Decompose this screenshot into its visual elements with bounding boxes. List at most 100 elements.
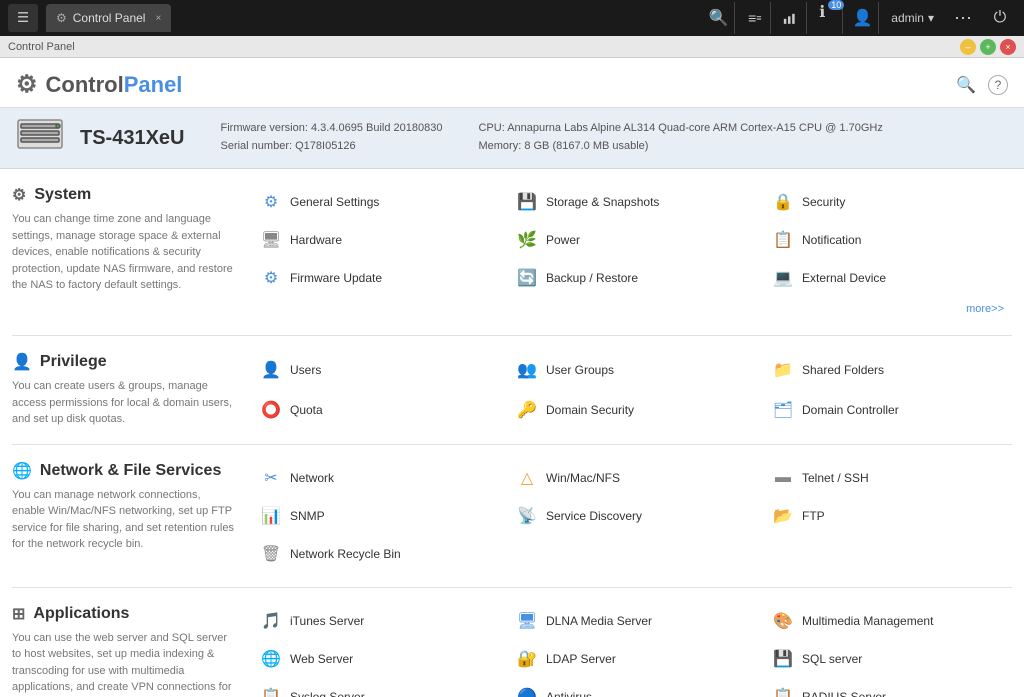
menu-item-antivirus[interactable]: 🔵 Antivirus bbox=[508, 680, 756, 697]
power-icon: 🌿 bbox=[516, 229, 538, 251]
menu-item-general-settings[interactable]: ⚙ General Settings bbox=[252, 185, 500, 219]
notifications-icon[interactable]: ℹ 10 bbox=[811, 2, 843, 34]
menu-item-itunes-server[interactable]: 🎵 iTunes Server bbox=[252, 604, 500, 638]
section-desc-network-file-services: You can manage network connections, enab… bbox=[12, 487, 236, 553]
network-monitor-icon[interactable] bbox=[775, 2, 807, 34]
notification-badge: 10 bbox=[828, 0, 844, 10]
cpu-label: CPU: bbox=[478, 122, 504, 134]
menu-item-notification[interactable]: 📋 Notification bbox=[764, 223, 1012, 257]
itunes-server-label: iTunes Server bbox=[290, 614, 364, 628]
menu-item-web-server[interactable]: 🌐 Web Server bbox=[252, 642, 500, 676]
tab-bar: ⚙ Control Panel × bbox=[46, 4, 695, 32]
section-info-network-file-services: 🌐 Network & File Services You can manage … bbox=[12, 461, 252, 571]
menu-item-network[interactable]: ✂ Network bbox=[252, 461, 500, 495]
section-info-applications: ⊞ ApplicationsYou can use the web server… bbox=[12, 604, 252, 697]
window-chrome: Control Panel – + × bbox=[0, 36, 1024, 58]
cpu-value: Annapurna Labs Alpine AL314 Quad-core AR… bbox=[507, 122, 883, 134]
quota-label: Quota bbox=[290, 403, 323, 417]
logo-control: Control bbox=[46, 72, 124, 97]
firmware-update-icon: ⚙ bbox=[260, 267, 282, 289]
menu-item-win-mac-nfs[interactable]: △ Win/Mac/NFS bbox=[508, 461, 756, 495]
menu-item-telnet-ssh[interactable]: ▬ Telnet / SSH bbox=[764, 461, 1012, 495]
power-label: Power bbox=[546, 233, 580, 247]
ldap-server-label: LDAP Server bbox=[546, 652, 616, 666]
menu-item-dlna-media-server[interactable]: 🖥 DLNA Media Server bbox=[508, 604, 756, 638]
backup-restore-label: Backup / Restore bbox=[546, 271, 638, 285]
section-desc-privilege: You can create users & groups, manage ac… bbox=[12, 378, 236, 428]
quota-icon: ⭕ bbox=[260, 399, 282, 421]
external-device-icon: 💻 bbox=[772, 267, 794, 289]
menu-item-firmware-update[interactable]: ⚙ Firmware Update bbox=[252, 261, 500, 295]
menu-item-radius-server[interactable]: 📋 RADIUS Server bbox=[764, 680, 1012, 697]
section-info-privilege: 👤 PrivilegeYou can create users & groups… bbox=[12, 352, 252, 428]
menu-item-external-device[interactable]: 💻 External Device bbox=[764, 261, 1012, 295]
domain-controller-label: Domain Controller bbox=[802, 403, 899, 417]
maximize-button[interactable]: + bbox=[980, 39, 996, 55]
security-label: Security bbox=[802, 195, 845, 209]
username-label: admin bbox=[891, 11, 924, 25]
antivirus-label: Antivirus bbox=[546, 690, 592, 697]
win-mac-nfs-icon: △ bbox=[516, 467, 538, 489]
hamburger-icon: ☰ bbox=[17, 10, 29, 26]
section-icon-applications: ⊞ bbox=[12, 604, 25, 624]
snmp-icon: 📊 bbox=[260, 505, 282, 527]
menu-item-security[interactable]: 🔒 Security bbox=[764, 185, 1012, 219]
user-account-icon[interactable]: 👤 bbox=[847, 2, 879, 34]
menu-item-users[interactable]: 👤 Users bbox=[252, 352, 500, 388]
network-recycle-bin-label: Network Recycle Bin bbox=[290, 547, 401, 561]
menu-item-snmp[interactable]: 📊 SNMP bbox=[252, 499, 500, 533]
tab-label: Control Panel bbox=[73, 11, 146, 25]
window-chrome-title: Control Panel bbox=[8, 41, 960, 53]
section-icon-privilege: 👤 bbox=[12, 352, 32, 372]
security-icon: 🔒 bbox=[772, 191, 794, 213]
section-icon-network-file-services: 🌐 bbox=[12, 461, 32, 481]
section-title-text-system: System bbox=[34, 186, 91, 204]
header-search-icon[interactable]: 🔍 bbox=[956, 75, 976, 95]
menu-item-shared-folders[interactable]: 📁 Shared Folders bbox=[764, 352, 1012, 388]
menu-item-storage-snapshots[interactable]: 💾 Storage & Snapshots bbox=[508, 185, 756, 219]
firmware-value: 4.3.4.0695 Build 20180830 bbox=[311, 122, 443, 134]
menu-item-ldap-server[interactable]: 🔐 LDAP Server bbox=[508, 642, 756, 676]
menu-item-power[interactable]: 🌿 Power bbox=[508, 223, 756, 257]
storage-snapshots-label: Storage & Snapshots bbox=[546, 195, 659, 209]
menu-item-hardware[interactable]: 🖥 Hardware bbox=[252, 223, 500, 257]
menu-item-domain-controller[interactable]: 🗂 Domain Controller bbox=[764, 392, 1012, 428]
cp-logo: ⚙ ControlPanel bbox=[16, 70, 182, 99]
menu-item-quota[interactable]: ⭕ Quota bbox=[252, 392, 500, 428]
more-options-button[interactable]: ⋯ bbox=[946, 8, 980, 29]
more-link-system[interactable]: more>> bbox=[764, 299, 1012, 319]
close-button[interactable]: × bbox=[1000, 39, 1016, 55]
search-icon[interactable]: 🔍 bbox=[703, 2, 735, 34]
menu-item-multimedia-management[interactable]: 🎨 Multimedia Management bbox=[764, 604, 1012, 638]
section-title-text-network-file-services: Network & File Services bbox=[40, 462, 221, 480]
menu-item-domain-security[interactable]: 🔑 Domain Security bbox=[508, 392, 756, 428]
section-info-system: ⚙ SystemYou can change time zone and lan… bbox=[12, 185, 252, 319]
task-manager-icon[interactable]: ≡≡ bbox=[739, 2, 771, 34]
tab-close-button[interactable]: × bbox=[155, 13, 161, 24]
section-items-network-file-services: ✂ Network △ Win/Mac/NFS ▬ Telnet / SSH 📊… bbox=[252, 461, 1012, 571]
network-label: Network bbox=[290, 471, 334, 485]
menu-item-sql-server[interactable]: 💾 SQL server bbox=[764, 642, 1012, 676]
menu-item-syslog-server[interactable]: 📋 Syslog Server bbox=[252, 680, 500, 697]
radius-server-icon: 📋 bbox=[772, 686, 794, 697]
control-panel-tab[interactable]: ⚙ Control Panel × bbox=[46, 4, 171, 32]
memory-value: 8 GB (8167.0 MB usable) bbox=[524, 140, 648, 152]
device-icon bbox=[16, 118, 64, 158]
minimize-button[interactable]: – bbox=[960, 39, 976, 55]
menu-item-user-groups[interactable]: 👥 User Groups bbox=[508, 352, 756, 388]
hardware-label: Hardware bbox=[290, 233, 342, 247]
user-dropdown-arrow: ▾ bbox=[928, 11, 934, 25]
external-device-label: External Device bbox=[802, 271, 886, 285]
menu-item-backup-restore[interactable]: 🔄 Backup / Restore bbox=[508, 261, 756, 295]
user-menu[interactable]: admin ▾ bbox=[883, 11, 942, 25]
memory-label: Memory: bbox=[478, 140, 521, 152]
menu-item-network-recycle-bin[interactable]: 🗑 Network Recycle Bin bbox=[252, 537, 500, 571]
menu-item-ftp[interactable]: 📂 FTP bbox=[764, 499, 1012, 533]
menu-item-service-discovery[interactable]: 📡 Service Discovery bbox=[508, 499, 756, 533]
power-icon[interactable]: ⏻ bbox=[984, 2, 1016, 34]
menu-button[interactable]: ☰ bbox=[8, 4, 38, 32]
header-help-icon[interactable]: ? bbox=[988, 75, 1008, 95]
section-title-text-applications: Applications bbox=[33, 605, 129, 623]
snmp-label: SNMP bbox=[290, 509, 325, 523]
dlna-media-server-label: DLNA Media Server bbox=[546, 614, 652, 628]
